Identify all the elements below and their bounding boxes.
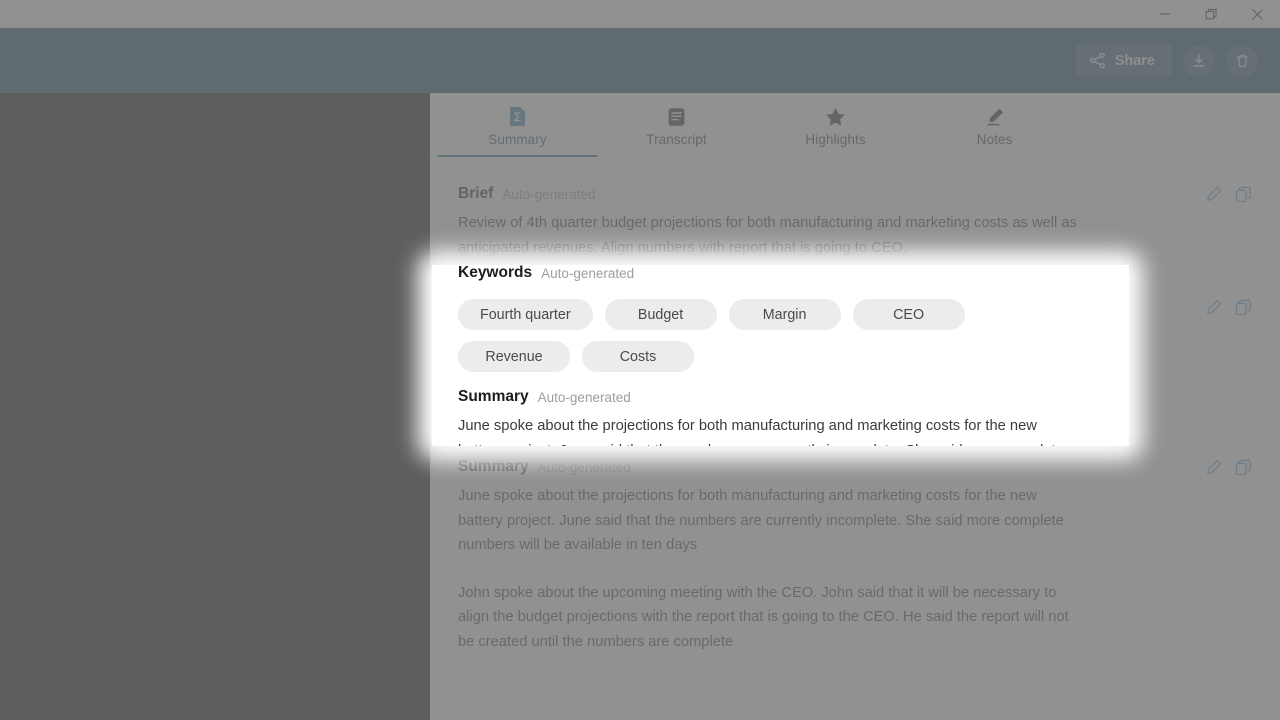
close-button[interactable] — [1234, 0, 1280, 28]
tab-notes-label: Notes — [976, 132, 1013, 147]
brief-tools — [1205, 186, 1252, 203]
brief-subtitle: Auto-generated — [502, 186, 596, 202]
tab-notes[interactable]: Notes — [915, 93, 1074, 156]
keywords-copy-button[interactable] — [1235, 299, 1252, 316]
keyword-chip[interactable]: Margin — [728, 333, 841, 364]
share-icon — [1089, 52, 1106, 69]
restore-icon — [1205, 8, 1218, 21]
keyword-chip[interactable]: CEO — [852, 333, 965, 364]
brief-paragraph: Review of 4th quarter budget projections… — [458, 215, 1077, 256]
keywords-title: Keywords — [458, 298, 533, 315]
star-icon — [825, 106, 846, 127]
transcript-lines-icon — [667, 106, 686, 127]
delete-button[interactable] — [1226, 44, 1258, 77]
tab-transcript[interactable]: Transcript — [597, 93, 756, 156]
keywords-edit-button[interactable] — [1205, 299, 1222, 316]
keyword-chip-list: Fourth quarter Budget Margin CEO Revenue… — [458, 333, 1058, 406]
tab-summary-label: Summary — [488, 132, 547, 147]
summary-subtitle: Auto-generated — [537, 459, 631, 475]
summary-body: June spoke about the projections for bot… — [458, 484, 1080, 654]
summary-section: Summary Auto-generated June spoke about … — [430, 442, 1280, 654]
brief-section: Brief Auto-generated Review of 4th quart… — [430, 169, 1280, 260]
download-button[interactable] — [1183, 44, 1215, 77]
document-sigma-icon — [509, 106, 526, 127]
media-divider — [0, 153, 430, 154]
share-button[interactable]: Share — [1075, 44, 1172, 77]
media-player-pane[interactable] — [0, 93, 430, 720]
minimize-icon — [1159, 8, 1171, 20]
summary-header: Summary Auto-generated — [458, 442, 1252, 484]
keyword-chip[interactable]: Costs — [582, 375, 694, 406]
brief-edit-button[interactable] — [1205, 186, 1222, 203]
keyword-chip[interactable]: Fourth quarter — [458, 333, 593, 364]
pencil-icon — [985, 106, 1005, 127]
download-icon — [1191, 53, 1207, 69]
minimize-button[interactable] — [1142, 0, 1188, 28]
keyword-chip[interactable]: Budget — [604, 333, 717, 364]
tab-bar: Summary Transcript Highlights Notes — [430, 93, 1280, 157]
brief-body: Review of 4th quarter budget projections… — [458, 211, 1080, 260]
summary-paragraph-1: June spoke about the projections for bot… — [458, 488, 1064, 553]
keyword-chip[interactable]: Revenue — [458, 375, 570, 406]
tab-summary[interactable]: Summary — [438, 93, 597, 157]
window-titlebar — [0, 0, 1280, 28]
app-header: Share — [0, 28, 1280, 93]
brief-header: Brief Auto-generated — [458, 169, 1252, 211]
keywords-tools — [1205, 299, 1252, 316]
keywords-section: Keywords Auto-generated Fourth quarter B… — [430, 282, 1280, 406]
tab-transcript-label: Transcript — [646, 132, 707, 147]
share-button-label: Share — [1114, 52, 1155, 69]
app-window: Share Summary Transcript Highlights Note… — [0, 0, 1280, 720]
brief-copy-button[interactable] — [1235, 186, 1252, 203]
tab-highlights[interactable]: Highlights — [756, 93, 915, 156]
keywords-subtitle: Auto-generated — [541, 299, 635, 315]
trash-icon — [1235, 53, 1250, 69]
summary-title: Summary — [458, 458, 529, 475]
summary-copy-button[interactable] — [1235, 459, 1252, 476]
brief-title: Brief — [458, 185, 494, 202]
close-icon — [1251, 8, 1264, 21]
summary-edit-button[interactable] — [1205, 459, 1222, 476]
restore-button[interactable] — [1188, 0, 1234, 28]
keywords-header: Keywords Auto-generated — [458, 282, 1252, 324]
summary-tools — [1205, 459, 1252, 476]
tab-highlights-label: Highlights — [805, 132, 866, 147]
content-pane: Summary Transcript — [430, 93, 1280, 720]
summary-paragraph-2: John spoke about the upcoming meeting wi… — [458, 584, 1069, 650]
header-actions: Share — [1075, 44, 1258, 77]
